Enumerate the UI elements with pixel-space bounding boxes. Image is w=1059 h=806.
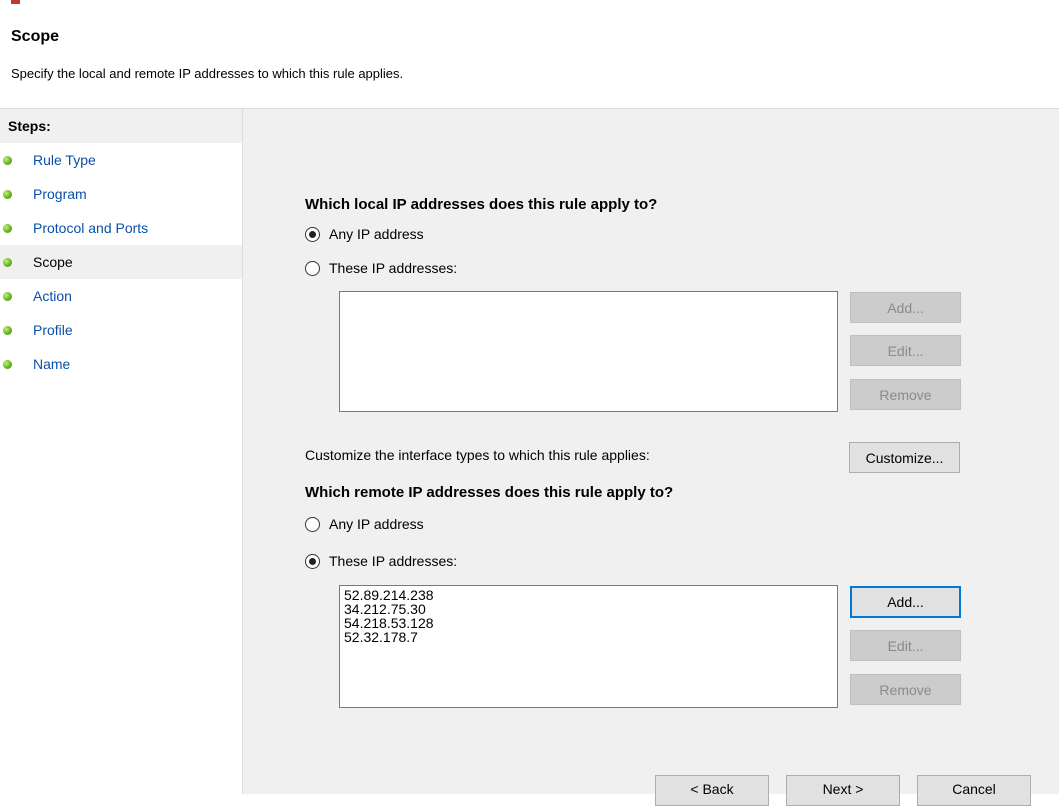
step-protocol-and-ports[interactable]: Protocol and Ports xyxy=(0,211,242,245)
radio-circle xyxy=(305,260,320,276)
back-button[interactable]: < Back xyxy=(655,775,769,806)
local-remove-button[interactable]: Remove xyxy=(850,379,961,410)
step-current-icon xyxy=(3,258,12,267)
remote-these-ip-radio[interactable]: These IP addresses: xyxy=(305,553,457,569)
steps-sidebar: Steps: Rule Type Program Protocol and Po… xyxy=(0,109,243,794)
step-complete-icon xyxy=(3,326,12,335)
list-item[interactable]: 52.89.214.238 xyxy=(344,588,833,602)
cancel-button[interactable]: Cancel xyxy=(917,775,1031,806)
remote-remove-button[interactable]: Remove xyxy=(850,674,961,705)
step-action[interactable]: Action xyxy=(0,279,242,313)
local-ip-question: Which local IP addresses does this rule … xyxy=(305,196,658,213)
step-complete-icon xyxy=(3,360,12,369)
remote-ip-list[interactable]: 52.89.214.238 34.212.75.30 54.218.53.128… xyxy=(339,585,838,708)
remote-edit-button[interactable]: Edit... xyxy=(850,630,961,661)
local-add-button[interactable]: Add... xyxy=(850,292,961,323)
next-button[interactable]: Next > xyxy=(786,775,900,806)
interface-types-text: Customize the interface types to which t… xyxy=(305,447,650,463)
radio-label: These IP addresses: xyxy=(329,553,458,569)
step-label: Name xyxy=(33,356,71,372)
local-ip-list[interactable] xyxy=(339,291,838,412)
step-program[interactable]: Program xyxy=(0,177,242,211)
page-subtitle: Specify the local and remote IP addresse… xyxy=(11,66,404,81)
local-edit-button[interactable]: Edit... xyxy=(850,335,961,366)
step-complete-icon xyxy=(3,156,12,165)
step-label: Program xyxy=(33,186,87,202)
radio-label: These IP addresses: xyxy=(329,260,458,276)
list-item[interactable]: 34.212.75.30 xyxy=(344,602,833,616)
step-scope[interactable]: Scope xyxy=(0,245,242,279)
local-any-ip-radio[interactable]: Any IP address xyxy=(305,226,424,242)
step-complete-icon xyxy=(3,190,12,199)
radio-circle xyxy=(305,553,320,569)
list-item[interactable]: 54.218.53.128 xyxy=(344,616,833,630)
step-label: Protocol and Ports xyxy=(33,220,149,236)
list-item[interactable]: 52.32.178.7 xyxy=(344,630,833,644)
step-label: Profile xyxy=(33,322,73,338)
remote-any-ip-radio[interactable]: Any IP address xyxy=(305,516,424,532)
remote-ip-question: Which remote IP addresses does this rule… xyxy=(305,484,674,501)
radio-label: Any IP address xyxy=(329,226,424,242)
local-these-ip-radio[interactable]: These IP addresses: xyxy=(305,260,457,276)
radio-label: Any IP address xyxy=(329,516,424,532)
scope-panel: Which local IP addresses does this rule … xyxy=(243,109,1059,806)
wizard-header: Scope Specify the local and remote IP ad… xyxy=(0,0,1059,109)
steps-header: Steps: xyxy=(0,109,242,143)
step-profile[interactable]: Profile xyxy=(0,313,242,347)
step-rule-type[interactable]: Rule Type xyxy=(0,143,242,177)
step-label: Scope xyxy=(33,254,73,270)
radio-circle xyxy=(305,226,320,242)
radio-circle xyxy=(305,516,320,532)
step-complete-icon xyxy=(3,224,12,233)
step-complete-icon xyxy=(3,292,12,301)
step-label: Rule Type xyxy=(33,152,96,168)
firewall-icon xyxy=(11,0,20,4)
remote-add-button[interactable]: Add... xyxy=(850,586,961,618)
page-title: Scope xyxy=(11,28,60,45)
step-name[interactable]: Name xyxy=(0,347,242,381)
step-label: Action xyxy=(33,288,72,304)
customize-button[interactable]: Customize... xyxy=(849,442,960,473)
